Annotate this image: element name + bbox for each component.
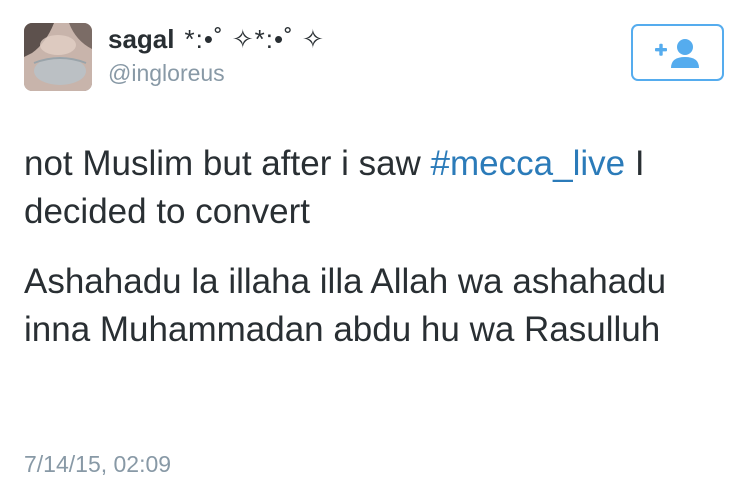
hashtag-link[interactable]: #mecca_live xyxy=(431,144,626,183)
display-name-decoration: *:•˚ ✧*:•˚ ✧ xyxy=(184,24,325,54)
follow-button[interactable] xyxy=(631,24,724,81)
display-name-text: sagal xyxy=(108,24,175,54)
tweet-text: not Muslim but after i saw #mecca_live I… xyxy=(24,140,734,376)
avatar-photo xyxy=(24,23,92,91)
add-user-icon xyxy=(654,38,699,68)
tweet-paragraph-2: Ashahadu la illaha illa Allah wa ashahad… xyxy=(24,262,667,349)
tweet-timestamp[interactable]: 7/14/15, 02:09 xyxy=(24,451,171,478)
avatar[interactable] xyxy=(24,23,92,91)
tweet-text-before-hashtag: not Muslim but after i saw xyxy=(24,144,431,183)
display-name[interactable]: sagal *:•˚ ✧*:•˚ ✧ xyxy=(108,24,325,55)
user-handle[interactable]: @ingloreus xyxy=(108,60,225,87)
tweet-paragraph-1: not Muslim but after i saw #mecca_live I… xyxy=(24,140,734,236)
